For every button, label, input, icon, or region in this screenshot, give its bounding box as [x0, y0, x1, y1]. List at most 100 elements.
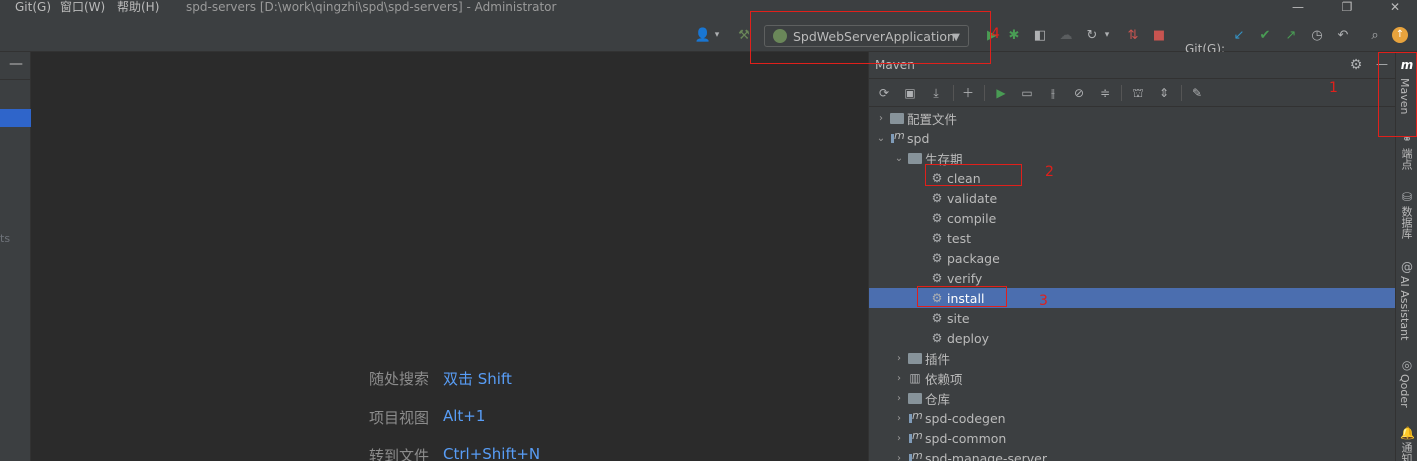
tab-endpoints[interactable]: 端点: [1398, 148, 1414, 170]
reload-icon[interactable]: ⟳: [876, 85, 892, 101]
lifecycle-folder-icon: [907, 151, 923, 165]
hint-goto-file-key[interactable]: Ctrl+Shift+N: [443, 445, 540, 461]
tree-item-clean[interactable]: ⚙ clean: [869, 168, 1396, 188]
tab-qoder[interactable]: Qoder: [1398, 374, 1411, 408]
tree-item-label: 配置文件: [907, 111, 958, 127]
tree-item-label: spd: [907, 130, 930, 146]
profiler-icon[interactable]: ☁: [1057, 26, 1075, 44]
divider: [0, 79, 31, 80]
run-maven-icon[interactable]: ▶: [993, 85, 1009, 101]
annotation-number-4: 4: [991, 26, 1000, 42]
tree-item-label: 仓库: [925, 391, 951, 407]
maven-settings-wrench-icon[interactable]: ✎: [1189, 85, 1205, 101]
hide-panel-icon[interactable]: —: [9, 56, 23, 72]
chevron-right-icon[interactable]: ›: [893, 393, 905, 404]
repositories-folder-icon: [907, 391, 923, 405]
expand-icon[interactable]: ⇕: [1156, 85, 1172, 101]
toggle-offline-icon[interactable]: ⫲: [1045, 85, 1061, 101]
chevron-down-icon[interactable]: ⌄: [893, 153, 905, 164]
chevron-right-icon[interactable]: ›: [893, 373, 905, 384]
tree-item-verify[interactable]: ⚙ verify: [869, 268, 1396, 288]
hint-search-everywhere-key[interactable]: 双击 Shift: [443, 368, 512, 389]
tree-item-spd[interactable]: ⌄ spd: [869, 128, 1396, 148]
annotation-number-2: 2: [1045, 164, 1054, 180]
stop-icon[interactable]: ■: [1150, 26, 1168, 44]
tree-item-lifecycle[interactable]: ⌄ 生存期: [869, 148, 1396, 168]
title-bar: Git(G) 窗口(W) 帮助(H) spd-servers [D:\work\…: [0, 0, 1417, 16]
menu-window[interactable]: 窗口(W): [60, 0, 105, 15]
git-update-icon[interactable]: ↙: [1230, 26, 1248, 44]
generate-sources-icon[interactable]: ▣: [902, 85, 918, 101]
tree-item-label: 依赖项: [925, 371, 963, 387]
maven-icon[interactable]: m: [1400, 58, 1414, 72]
update-icon[interactable]: ↑: [1392, 27, 1408, 43]
gear-icon: ⚙: [931, 331, 943, 345]
show-dependencies-icon[interactable]: ⛫: [1130, 85, 1146, 101]
close-icon[interactable]: ✕: [1385, 0, 1405, 16]
tab-ai-assistant[interactable]: AI Assistant: [1398, 276, 1411, 340]
tree-item-dependencies[interactable]: › ▥ 依赖项: [869, 368, 1396, 388]
tab-database[interactable]: 数据库: [1398, 206, 1414, 239]
maven-header: Maven ⚙ —: [869, 52, 1396, 79]
menu-git[interactable]: Git(G): [15, 0, 51, 15]
chevron-right-icon[interactable]: ›: [893, 353, 905, 364]
chevron-right-icon[interactable]: ›: [893, 413, 905, 424]
tree-item-deploy[interactable]: ⚙ deploy: [869, 328, 1396, 348]
tree-item-label: spd-manage-server: [925, 450, 1048, 461]
collapse-all-icon[interactable]: ≑: [1097, 85, 1113, 101]
tree-item-package[interactable]: ⚙ package: [869, 248, 1396, 268]
editor-empty-area: 随处搜索 双击 Shift 项目视图 Alt+1 转到文件 Ctrl+Shift…: [32, 52, 868, 461]
maven-module-icon: [907, 429, 923, 445]
restore-icon[interactable]: ❐: [1337, 0, 1357, 16]
gear-icon: ⚙: [931, 271, 943, 285]
hint-project-view-key[interactable]: Alt+1: [443, 407, 485, 425]
tree-item-spd-manage-server[interactable]: › spd-manage-server: [869, 448, 1396, 461]
rerun-icon[interactable]: ⇅: [1124, 26, 1142, 44]
more-run-chevron-icon[interactable]: ▾: [1098, 26, 1116, 44]
selected-row[interactable]: [0, 109, 31, 127]
chevron-down-icon: ▼: [952, 32, 960, 43]
tree-item-spd-codegen[interactable]: › spd-codegen: [869, 408, 1396, 428]
tree-item-compile[interactable]: ⚙ compile: [869, 208, 1396, 228]
tree-item-spd-common[interactable]: › spd-common: [869, 428, 1396, 448]
spring-boot-icon: [773, 29, 787, 43]
run-configuration-select[interactable]: SpdWebServerApplication ▼: [764, 25, 969, 47]
divider: [953, 85, 954, 101]
gear-icon: ⚙: [931, 291, 943, 305]
tree-item-site[interactable]: ⚙ site: [869, 308, 1396, 328]
hint-goto-file-label: 转到文件: [369, 447, 430, 461]
minimize-icon[interactable]: —: [1288, 0, 1308, 16]
rollback-icon[interactable]: ↶: [1334, 26, 1352, 44]
tree-item-install[interactable]: ⚙ install: [869, 288, 1396, 308]
hint-project-view-label: 项目视图: [369, 409, 430, 427]
skip-tests-icon[interactable]: ⊘: [1071, 85, 1087, 101]
chevron-down-icon[interactable]: ⌄: [875, 133, 887, 144]
build-hammer-icon[interactable]: ⚒: [735, 26, 753, 44]
debug-icon[interactable]: ✱: [1005, 26, 1023, 44]
history-icon[interactable]: ◷: [1308, 26, 1326, 44]
coverage-icon[interactable]: ◧: [1031, 26, 1049, 44]
search-icon[interactable]: ⌕: [1366, 26, 1384, 44]
hide-icon[interactable]: —: [1374, 56, 1390, 72]
gear-icon: ⚙: [931, 311, 943, 325]
chevron-right-icon[interactable]: ›: [893, 453, 905, 461]
tab-notifications[interactable]: 通知: [1398, 442, 1414, 461]
menu-help[interactable]: 帮助(H): [117, 0, 159, 15]
tree-item-profiles[interactable]: › 配置文件: [869, 108, 1396, 128]
tree-item-validate[interactable]: ⚙ validate: [869, 188, 1396, 208]
tab-maven[interactable]: Maven: [1398, 78, 1411, 114]
chevron-right-icon[interactable]: ›: [875, 113, 887, 124]
download-icon[interactable]: ⤓: [928, 85, 944, 101]
chevron-down-icon[interactable]: ▾: [708, 26, 726, 44]
add-icon[interactable]: ＋: [960, 85, 976, 101]
maven-title: Maven: [875, 58, 915, 72]
execute-goal-icon[interactable]: ▭: [1019, 85, 1035, 101]
git-push-icon[interactable]: ↗: [1282, 26, 1300, 44]
git-commit-icon[interactable]: ✔: [1256, 26, 1274, 44]
settings-gear-icon[interactable]: ⚙: [1348, 57, 1364, 73]
tree-item-test[interactable]: ⚙ test: [869, 228, 1396, 248]
chevron-right-icon[interactable]: ›: [893, 433, 905, 444]
tree-item-plugins[interactable]: › 插件: [869, 348, 1396, 368]
annotation-number-3: 3: [1039, 293, 1048, 309]
tree-item-repositories[interactable]: › 仓库: [869, 388, 1396, 408]
